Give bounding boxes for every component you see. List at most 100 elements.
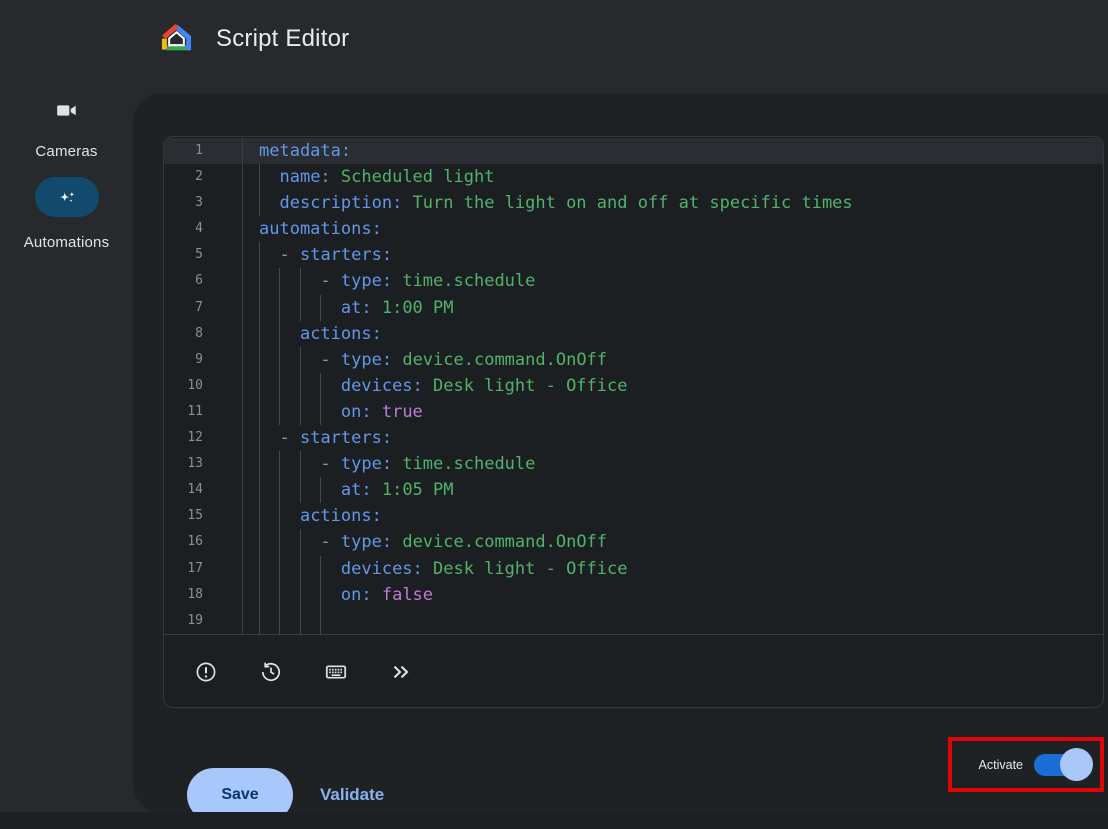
indent-guide bbox=[259, 399, 260, 425]
code-line[interactable]: 15 actions: bbox=[164, 503, 1103, 529]
problems-icon bbox=[194, 660, 218, 684]
bottom-strip bbox=[0, 812, 1108, 829]
indent-guide bbox=[320, 373, 321, 399]
code-text: description: Turn the light on and off a… bbox=[243, 190, 1103, 216]
line-number: 9 bbox=[164, 347, 243, 373]
indent-guide bbox=[259, 268, 260, 294]
indent-guide bbox=[320, 556, 321, 582]
indent-guide bbox=[279, 347, 280, 373]
code-line[interactable]: 5 - starters: bbox=[164, 242, 1103, 268]
indent-guide bbox=[320, 608, 321, 634]
indent-guide bbox=[279, 529, 280, 555]
line-number: 17 bbox=[164, 556, 243, 582]
code-line[interactable]: 9 - type: device.command.OnOff bbox=[164, 347, 1103, 373]
camera-icon bbox=[55, 99, 78, 122]
line-number: 15 bbox=[164, 503, 243, 529]
indent-guide bbox=[300, 399, 301, 425]
indent-guide bbox=[279, 399, 280, 425]
line-number: 2 bbox=[164, 164, 243, 190]
code-line[interactable]: 11 on: true bbox=[164, 399, 1103, 425]
code-line[interactable]: 8 actions: bbox=[164, 321, 1103, 347]
indent-guide bbox=[300, 347, 301, 373]
indent-guide bbox=[279, 321, 280, 347]
activate-toggle[interactable] bbox=[1034, 754, 1086, 776]
line-number: 11 bbox=[164, 399, 243, 425]
line-number: 4 bbox=[164, 216, 243, 242]
code-text: actions: bbox=[243, 503, 1103, 529]
sidebar-item-cameras[interactable]: Cameras bbox=[0, 93, 133, 160]
indent-guide bbox=[259, 373, 260, 399]
code-line[interactable]: 6 - type: time.schedule bbox=[164, 268, 1103, 294]
indent-guide bbox=[259, 321, 260, 347]
editor-toolbar bbox=[164, 634, 1103, 708]
line-number: 1 bbox=[164, 138, 243, 164]
code-text: actions: bbox=[243, 321, 1103, 347]
code-text: - starters: bbox=[243, 242, 1103, 268]
code-line[interactable]: 10 devices: Desk light - Office bbox=[164, 373, 1103, 399]
code-text: automations: bbox=[243, 216, 1103, 242]
code-text: on: true bbox=[243, 399, 1103, 425]
indent-guide bbox=[320, 295, 321, 321]
google-home-logo-icon bbox=[160, 22, 193, 55]
app-header: Script Editor bbox=[0, 0, 1108, 93]
indent-guide bbox=[259, 529, 260, 555]
code-line[interactable]: 3 description: Turn the light on and off… bbox=[164, 190, 1103, 216]
indent-guide bbox=[279, 503, 280, 529]
history-button[interactable] bbox=[259, 660, 283, 684]
code-text: devices: Desk light - Office bbox=[243, 556, 1103, 582]
code-line[interactable]: 1metadata: bbox=[164, 138, 1103, 164]
indent-guide bbox=[259, 451, 260, 477]
indent-guide bbox=[300, 608, 301, 634]
line-number: 7 bbox=[164, 295, 243, 321]
selected-pill bbox=[35, 177, 99, 217]
indent-guide bbox=[259, 295, 260, 321]
indent-guide bbox=[279, 582, 280, 608]
sidebar-item-label: Automations bbox=[24, 234, 110, 251]
indent-guide bbox=[279, 295, 280, 321]
indent-guide bbox=[300, 582, 301, 608]
brand: Script Editor bbox=[160, 22, 349, 55]
indent-guide bbox=[279, 608, 280, 634]
code-line[interactable]: 17 devices: Desk light - Office bbox=[164, 556, 1103, 582]
code-line[interactable]: 19 bbox=[164, 608, 1103, 634]
annotation-highlight-box: Activate bbox=[948, 737, 1104, 792]
code-line[interactable]: 7 at: 1:00 PM bbox=[164, 295, 1103, 321]
code-line[interactable]: 14 at: 1:05 PM bbox=[164, 477, 1103, 503]
main-panel: 1metadata:2 name: Scheduled light3 descr… bbox=[133, 93, 1108, 812]
more-tools-button[interactable] bbox=[389, 660, 413, 684]
line-number: 3 bbox=[164, 190, 243, 216]
line-number: 6 bbox=[164, 268, 243, 294]
indent-guide bbox=[320, 399, 321, 425]
problems-button[interactable] bbox=[194, 660, 218, 684]
history-icon bbox=[259, 660, 283, 684]
keyboard-icon bbox=[324, 660, 348, 684]
sidebar-item-automations[interactable]: Automations bbox=[0, 177, 133, 251]
indent-guide bbox=[279, 556, 280, 582]
activate-label: Activate bbox=[979, 758, 1023, 772]
line-number: 19 bbox=[164, 608, 243, 634]
page-title: Script Editor bbox=[216, 25, 349, 53]
code-line[interactable]: 18 on: false bbox=[164, 582, 1103, 608]
code-line[interactable]: 12 - starters: bbox=[164, 425, 1103, 451]
code-text: metadata: bbox=[243, 138, 1103, 164]
sidebar: Cameras Automations bbox=[0, 93, 133, 251]
indent-guide bbox=[259, 190, 260, 216]
script-editor: 1metadata:2 name: Scheduled light3 descr… bbox=[163, 136, 1104, 708]
line-number: 18 bbox=[164, 582, 243, 608]
toggle-thumb bbox=[1060, 748, 1093, 781]
line-number: 16 bbox=[164, 529, 243, 555]
code-line[interactable]: 4automations: bbox=[164, 216, 1103, 242]
code-text: at: 1:00 PM bbox=[243, 295, 1103, 321]
indent-guide bbox=[279, 451, 280, 477]
indent-guide bbox=[279, 477, 280, 503]
code-text: - starters: bbox=[243, 425, 1103, 451]
code-line[interactable]: 2 name: Scheduled light bbox=[164, 164, 1103, 190]
indent-guide bbox=[259, 164, 260, 190]
indent-guide bbox=[259, 242, 260, 268]
keyboard-button[interactable] bbox=[324, 660, 348, 684]
sparkle-icon bbox=[56, 186, 78, 208]
code-line[interactable]: 16 - type: device.command.OnOff bbox=[164, 529, 1103, 555]
line-number: 5 bbox=[164, 242, 243, 268]
indent-guide bbox=[300, 556, 301, 582]
code-line[interactable]: 13 - type: time.schedule bbox=[164, 451, 1103, 477]
